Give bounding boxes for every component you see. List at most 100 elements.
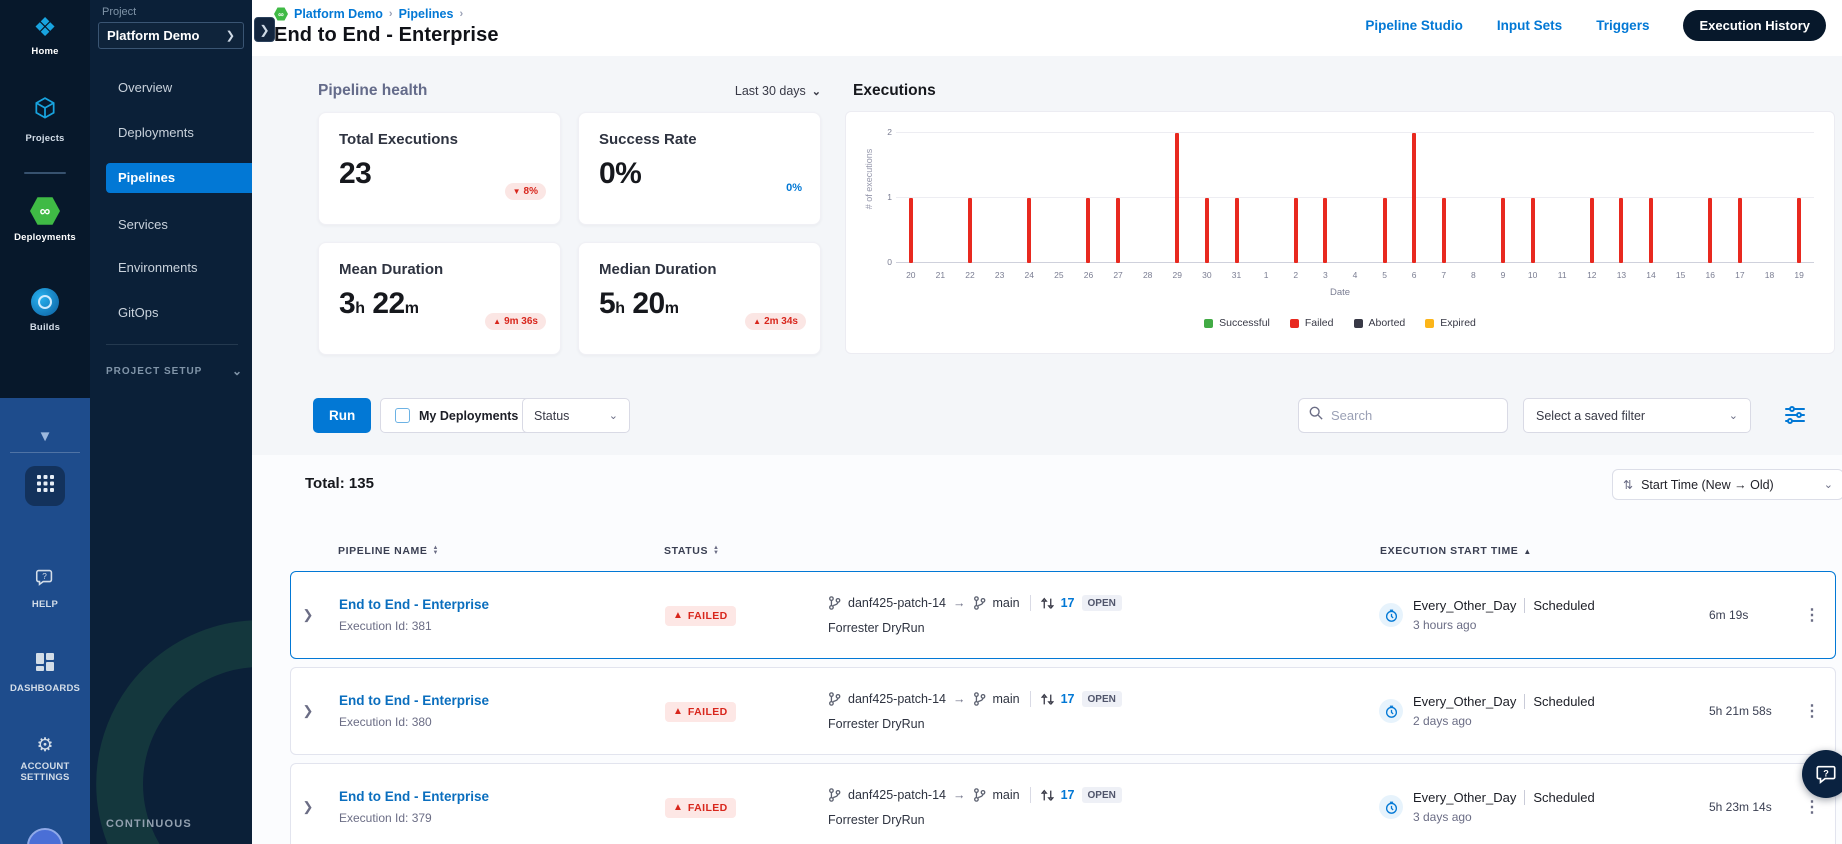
execution-row[interactable]: ❯ End to End - Enterprise Execution Id: … (290, 571, 1836, 659)
pipeline-name-link[interactable]: End to End - Enterprise (339, 597, 665, 612)
legend-item[interactable]: Successful (1204, 317, 1270, 329)
run-label: Forrester DryRun (828, 813, 925, 827)
module-grid-button[interactable] (25, 466, 65, 506)
execution-row[interactable]: ❯ End to End - Enterprise Execution Id: … (290, 667, 1836, 755)
breadcrumb-project[interactable]: Platform Demo (294, 7, 383, 21)
sidebar-item-environments[interactable]: Environments (106, 253, 252, 283)
failed-bar[interactable] (1530, 198, 1535, 263)
tab-input-sets[interactable]: Input Sets (1497, 18, 1562, 33)
tab-execution-history[interactable]: Execution History (1683, 10, 1826, 41)
dashboards-icon (35, 653, 55, 676)
sidebar-item-overview[interactable]: Overview (106, 73, 252, 103)
target-branch[interactable]: main (993, 596, 1020, 610)
target-branch[interactable]: main (993, 692, 1020, 706)
git-branch-icon (829, 788, 841, 802)
failed-bar[interactable] (1293, 198, 1298, 263)
expand-row-button[interactable]: ❯ (291, 607, 325, 623)
legend-item[interactable]: Failed (1289, 317, 1334, 329)
failed-bar[interactable] (1323, 198, 1328, 263)
tab-triggers[interactable]: Triggers (1596, 18, 1649, 33)
run-label: Forrester DryRun (828, 621, 925, 635)
gear-icon: ⚙ (36, 735, 54, 756)
header-pipeline-name[interactable]: PIPELINE NAME ▲ ▼ (324, 545, 664, 557)
sidebar-item-pipelines[interactable]: Pipelines (106, 163, 252, 193)
time-range-dropdown[interactable]: Last 30 days ⌄ (735, 84, 821, 98)
failed-bar[interactable] (1441, 198, 1446, 263)
row-menu-button[interactable]: ⋮ (1789, 701, 1835, 721)
my-deployments-filter[interactable]: My Deployments (380, 398, 534, 433)
collapse-modules-button[interactable]: ▼ (0, 429, 90, 444)
pipeline-name-link[interactable]: End to End - Enterprise (339, 789, 665, 804)
run-button[interactable]: Run (313, 398, 372, 433)
row-menu-button[interactable]: ⋮ (1789, 605, 1835, 625)
expand-row-button[interactable]: ❯ (291, 703, 325, 719)
pipeline-name-link[interactable]: End to End - Enterprise (339, 693, 665, 708)
failed-bar[interactable] (908, 198, 913, 263)
execution-row[interactable]: ❯ End to End - Enterprise Execution Id: … (290, 763, 1836, 844)
started-ago: 2 days ago (1413, 714, 1472, 728)
source-branch[interactable]: danf425-patch-14 (848, 596, 946, 610)
sidebar-item-dashboards[interactable]: DASHBOARDS (0, 652, 90, 694)
failed-bar[interactable] (1204, 198, 1209, 263)
failed-bar[interactable] (1737, 198, 1742, 263)
selected-project: Platform Demo (107, 28, 200, 43)
header-execution-start-time[interactable]: EXECUTION START TIME ▲ (1380, 545, 1710, 557)
sidebar-item-help[interactable]: ? HELP (0, 566, 90, 610)
breadcrumb-pipelines[interactable]: Pipelines (399, 7, 454, 21)
filter-settings-button[interactable] (1784, 405, 1808, 427)
failed-bar[interactable] (1175, 133, 1180, 263)
sidebar-item-deployments[interactable]: ∞ Deployments (0, 196, 90, 243)
total-executions-card: Total Executions 23 ▼ 8% (318, 112, 561, 225)
failed-bar[interactable] (1589, 198, 1594, 263)
failed-bar[interactable] (1234, 198, 1239, 263)
sidebar-item-gitops[interactable]: GitOps (106, 298, 252, 328)
search-input[interactable] (1331, 408, 1507, 423)
sidebar-item-deployments-proj[interactable]: Deployments (106, 118, 252, 148)
pr-number-link[interactable]: 17 (1061, 788, 1075, 802)
pr-number-link[interactable]: 17 (1061, 692, 1075, 706)
help-icon: ? (34, 569, 56, 592)
warning-icon: ▲ (673, 705, 683, 717)
status-dropdown[interactable]: Status ⌄ (522, 398, 630, 433)
sidebar-item-account-settings[interactable]: ⚙ ACCOUNT SETTINGS (0, 736, 90, 783)
my-deployments-checkbox[interactable] (395, 408, 410, 423)
sidebar-item-services[interactable]: Services (106, 210, 252, 240)
failed-bar[interactable] (1797, 198, 1802, 263)
deployments-icon: ∞ (30, 197, 60, 225)
saved-filter-dropdown[interactable]: Select a saved filter ⌄ (1523, 398, 1751, 433)
support-chat-button[interactable]: ? (1802, 750, 1842, 798)
failed-bar[interactable] (1412, 133, 1417, 263)
failed-bar[interactable] (1619, 198, 1624, 263)
failed-bar[interactable] (1116, 198, 1121, 263)
project-setup-toggle[interactable]: PROJECT SETUP ⌄ (106, 364, 242, 378)
sidebar-item-builds[interactable]: Builds (0, 288, 90, 333)
failed-bar[interactable] (1649, 198, 1654, 263)
execution-id: Execution Id: 381 (339, 619, 432, 633)
sidebar-collapse-button[interactable]: ❯ (254, 17, 275, 42)
arrow-right-icon: → (953, 788, 966, 802)
failed-bar[interactable] (968, 198, 973, 263)
table-header-row: PIPELINE NAME ▲ ▼ STATUS ▲ ▼ EXECUTION STA… (290, 545, 1836, 557)
legend-item[interactable]: Aborted (1353, 317, 1405, 329)
expand-row-button[interactable]: ❯ (291, 799, 325, 815)
sidebar-item-home[interactable]: ❖ Home (0, 14, 90, 57)
failed-bar[interactable] (1708, 198, 1713, 263)
target-branch[interactable]: main (993, 788, 1020, 802)
trigger-name: Every_Other_Day (1413, 598, 1517, 613)
source-branch[interactable]: danf425-patch-14 (848, 788, 946, 802)
header-status[interactable]: STATUS ▲ ▼ (664, 545, 827, 557)
duration: 5h 23m 14s (1709, 800, 1772, 814)
failed-bar[interactable] (1027, 198, 1032, 263)
row-menu-button[interactable]: ⋮ (1789, 797, 1835, 817)
source-branch[interactable]: danf425-patch-14 (848, 692, 946, 706)
sort-dropdown[interactable]: ⇅ Start Time (New → Old) ⌄ (1612, 469, 1842, 500)
sidebar-item-projects[interactable]: Projects (0, 96, 90, 144)
pr-number-link[interactable]: 17 (1061, 596, 1075, 610)
divider (10, 452, 80, 453)
failed-bar[interactable] (1382, 198, 1387, 263)
project-selector[interactable]: Platform Demo ❯ (98, 22, 244, 49)
legend-item[interactable]: Expired (1425, 317, 1476, 329)
tab-pipeline-studio[interactable]: Pipeline Studio (1365, 18, 1463, 33)
failed-bar[interactable] (1086, 198, 1091, 263)
failed-bar[interactable] (1500, 198, 1505, 263)
